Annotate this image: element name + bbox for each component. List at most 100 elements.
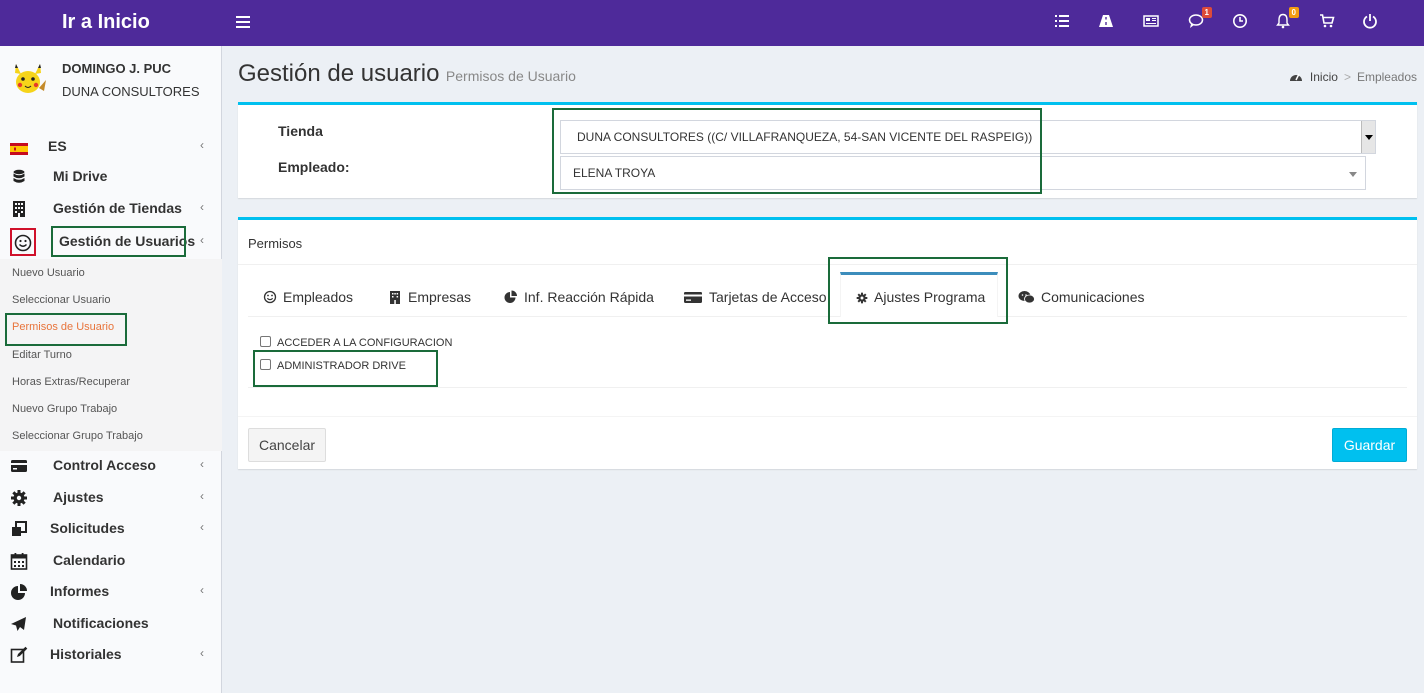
dropdown-arrow-icon — [1361, 121, 1375, 153]
sidebar-item-label: Mi Drive — [53, 168, 108, 184]
highlight-user-management — [51, 226, 186, 257]
divider — [238, 416, 1417, 417]
checkbox[interactable] — [260, 336, 271, 347]
sidebar-toggle-icon[interactable] — [236, 13, 250, 33]
newspaper-icon[interactable] — [1143, 13, 1163, 33]
submenu-item-nuevo-usuario[interactable]: Nuevo Usuario — [12, 267, 85, 279]
chevron-left-icon: ‹ — [200, 520, 204, 534]
breadcrumb-home-link[interactable]: Inicio — [1310, 70, 1338, 84]
sidebar-item-label: Gestión de Tiendas — [53, 200, 182, 216]
page-subtitle: Permisos de Usuario — [445, 68, 576, 84]
clock-icon[interactable] — [1232, 13, 1252, 33]
spain-flag-icon — [10, 142, 28, 155]
smile-icon — [263, 274, 277, 304]
language-label: ES — [48, 138, 67, 154]
top-navbar: Ir a Inicio 1 0 — [0, 0, 1424, 46]
user-management-submenu: Nuevo Usuario Seleccionar Usuario Permis… — [0, 259, 222, 451]
tab-inf-reaccion-rapida[interactable]: Inf. Reacción Rápida — [504, 272, 654, 317]
chevron-left-icon: ‹ — [200, 489, 204, 503]
content-header: Gestión de usuario Permisos de Usuario — [238, 60, 576, 88]
sidebar-item-notificaciones[interactable]: Notificaciones — [0, 609, 222, 639]
power-icon[interactable] — [1362, 13, 1382, 33]
caret-down-icon — [1349, 172, 1357, 177]
tab-empresas[interactable]: Empresas — [388, 272, 471, 317]
breadcrumb-current: Empleados — [1356, 70, 1417, 84]
pie-chart-icon — [10, 583, 28, 601]
messages-badge: 1 — [1201, 7, 1212, 18]
user-name: DOMINGO J. PUC — [62, 61, 172, 76]
sidebar-item-control-acceso[interactable]: Control Acceso ‹ — [0, 451, 222, 481]
tab-label: Inf. Reacción Rápida — [524, 289, 654, 305]
sidebar-item-label: Notificaciones — [53, 615, 149, 631]
tab-label: Comunicaciones — [1041, 289, 1145, 305]
building-icon — [388, 274, 402, 304]
tab-comunicaciones[interactable]: Comunicaciones — [1018, 272, 1145, 317]
calendar-icon — [10, 552, 28, 570]
submenu-item-seleccionar-grupo[interactable]: Seleccionar Grupo Trabajo — [12, 430, 143, 442]
user-company: DUNA CONSULTORES — [62, 84, 200, 99]
clone-icon — [10, 520, 28, 538]
chevron-left-icon: ‹ — [200, 138, 204, 152]
save-button[interactable]: Guardar — [1332, 428, 1407, 462]
highlight-user-icon — [10, 228, 36, 256]
tienda-label: Tienda — [278, 123, 323, 139]
gear-icon — [10, 489, 28, 507]
checkbox-acceder-configuracion[interactable]: ACCEDER A LA CONFIGURACION — [260, 336, 452, 349]
credit-card-icon — [10, 457, 28, 475]
tab-label: Empresas — [408, 289, 472, 305]
submenu-item-nuevo-grupo[interactable]: Nuevo Grupo Trabajo — [12, 403, 117, 415]
cart-icon[interactable] — [1319, 13, 1339, 33]
tab-label: Tarjetas de Acceso — [709, 289, 827, 305]
chevron-left-icon: ‹ — [200, 233, 204, 247]
messages-icon[interactable]: 1 — [1188, 7, 1212, 33]
breadcrumb: Inicio > Empleados — [1289, 70, 1417, 84]
bell-icon[interactable]: 0 — [1275, 7, 1299, 33]
notifications-badge: 0 — [1288, 7, 1299, 18]
language-selector[interactable]: ES ‹ — [0, 132, 222, 162]
sidebar-item-historiales[interactable]: Historiales ‹ — [0, 640, 222, 670]
chevron-left-icon: ‹ — [200, 457, 204, 471]
sidebar-item-mi-drive[interactable]: Mi Drive — [0, 162, 222, 192]
sidebar-item-solicitudes[interactable]: Solicitudes ‹ — [0, 514, 222, 544]
sidebar-item-informes[interactable]: Informes ‹ — [0, 577, 222, 607]
highlight-administrador-drive — [253, 350, 438, 387]
submenu-item-editar-turno[interactable]: Editar Turno — [12, 349, 72, 361]
highlight-selection-fields — [552, 108, 1042, 194]
building-icon — [10, 200, 28, 218]
wechat-icon — [1018, 274, 1035, 304]
brand-home-link[interactable]: Ir a Inicio — [0, 0, 222, 46]
sidebar-item-calendario[interactable]: Calendario — [0, 546, 222, 576]
tab-label: Empleados — [283, 289, 354, 305]
submenu-item-horas-extras[interactable]: Horas Extras/Recuperar — [12, 376, 130, 388]
sidebar-item-label: Solicitudes — [50, 520, 125, 536]
tab-tarjetas-acceso[interactable]: Tarjetas de Acceso — [683, 272, 827, 317]
checkbox-label: ACCEDER A LA CONFIGURACION — [277, 337, 453, 349]
chevron-left-icon: ‹ — [200, 583, 204, 597]
tab-empleados[interactable]: Empleados — [263, 272, 353, 317]
page-title: Gestión de usuario — [238, 60, 440, 87]
dashboard-icon — [1289, 70, 1303, 82]
highlight-permisos-usuario — [5, 313, 127, 346]
empleado-label: Empleado: — [278, 159, 350, 175]
chevron-left-icon: ‹ — [200, 646, 204, 660]
sidebar: DOMINGO J. PUC DUNA CONSULTORES ES ‹ Mi … — [0, 46, 222, 693]
edit-icon — [10, 646, 28, 664]
submenu-item-seleccionar-usuario[interactable]: Seleccionar Usuario — [12, 294, 110, 306]
list-ordered-icon[interactable] — [1054, 13, 1074, 33]
sidebar-item-ajustes[interactable]: Ajustes ‹ — [0, 483, 222, 513]
sidebar-item-label: Historiales — [50, 646, 122, 662]
user-panel: DOMINGO J. PUC DUNA CONSULTORES — [0, 46, 222, 126]
sidebar-item-label: Ajustes — [53, 489, 104, 505]
cancel-button[interactable]: Cancelar — [248, 428, 326, 462]
paper-plane-icon — [10, 615, 28, 633]
highlight-ajustes-tab — [828, 257, 1008, 324]
permissions-title: Permisos — [248, 236, 303, 251]
chevron-left-icon: ‹ — [200, 200, 204, 214]
sidebar-item-label: Informes — [50, 583, 110, 599]
permissions-box: Permisos Empleados Empresas Inf. Reacció… — [238, 217, 1417, 469]
sidebar-item-label: Control Acceso — [53, 457, 156, 473]
sidebar-item-label: Calendario — [53, 552, 126, 568]
sidebar-item-gestion-tiendas[interactable]: Gestión de Tiendas ‹ — [0, 194, 222, 224]
database-icon — [10, 168, 28, 186]
road-icon[interactable] — [1098, 13, 1118, 33]
